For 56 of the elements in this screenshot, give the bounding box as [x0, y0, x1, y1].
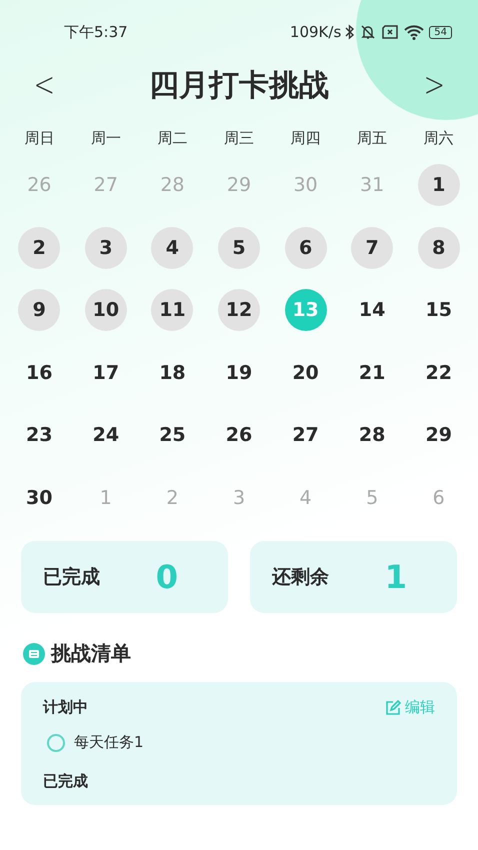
status-time: 下午5:37 [64, 22, 128, 42]
wifi-icon [403, 24, 426, 40]
section-title: 挑战清单 [51, 640, 131, 667]
calendar-day[interactable]: 22 [418, 352, 460, 394]
calendar-day[interactable]: 20 [284, 352, 327, 394]
weekday-label: 周二 [157, 128, 188, 149]
calendar-day[interactable]: 26 [218, 414, 260, 456]
calendar-day[interactable]: 2 [18, 226, 60, 269]
stat-value: 0 [156, 558, 178, 596]
list-heading: 计划中 [43, 698, 88, 717]
sim-icon [381, 25, 400, 39]
calendar-day[interactable]: 15 [418, 289, 460, 332]
calendar-day[interactable]: 19 [218, 352, 260, 394]
calendar-day[interactable]: 10 [84, 289, 127, 332]
calendar-day[interactable]: 30 [18, 476, 60, 519]
calendar-day[interactable]: 18 [151, 352, 194, 394]
calendar-day[interactable]: 9 [18, 289, 60, 332]
calendar-day[interactable]: 5 [218, 226, 260, 269]
task-checkbox[interactable] [47, 734, 65, 752]
calendar-day[interactable]: 14 [351, 289, 394, 332]
weekday-label: 周一 [90, 128, 121, 149]
stat-label: 还剩余 [272, 565, 329, 590]
calendar-day[interactable]: 4 [151, 226, 194, 269]
calendar-day[interactable]: 28 [351, 414, 394, 456]
list-icon [23, 642, 45, 664]
bluetooth-icon [345, 24, 356, 40]
previous-month-button[interactable]: < [29, 65, 60, 105]
calendar-day[interactable]: 1 [418, 164, 460, 206]
weekday-label: 周四 [290, 128, 321, 149]
task-name: 每天任务1 [74, 733, 144, 752]
weekday-label: 周五 [357, 128, 388, 149]
calendar-day[interactable]: 25 [151, 414, 194, 456]
calendar-day[interactable]: 12 [218, 289, 260, 332]
calendar-day[interactable]: 16 [18, 352, 60, 394]
calendar-day[interactable]: 27 [284, 414, 327, 456]
calendar-day[interactable]: 29 [418, 414, 460, 456]
stat-label: 已完成 [43, 565, 100, 590]
calendar-day[interactable]: 21 [351, 352, 394, 394]
list-heading: 已完成 [43, 772, 88, 791]
stat-value: 1 [384, 558, 407, 596]
edit-icon [385, 700, 401, 716]
calendar-day[interactable]: 24 [84, 414, 127, 456]
calendar-day[interactable]: 23 [18, 414, 60, 456]
weekday-label: 周日 [24, 128, 54, 149]
calendar-day[interactable]: 17 [84, 352, 127, 394]
calendar-title: 四月打卡挑战 [149, 66, 329, 104]
calendar-day[interactable]: 6 [284, 226, 327, 269]
network-speed: 109K/s [290, 23, 342, 41]
calendar-day[interactable]: 8 [418, 226, 460, 269]
calendar-day[interactable]: 11 [151, 289, 194, 332]
next-month-button[interactable]: > [418, 65, 449, 105]
calendar-day[interactable]: 7 [351, 226, 394, 269]
battery-indicator: 54 [429, 26, 452, 38]
calendar-day[interactable]: 3 [84, 226, 127, 269]
weekday-label: 周三 [224, 128, 254, 149]
weekday-label: 周六 [424, 128, 454, 149]
